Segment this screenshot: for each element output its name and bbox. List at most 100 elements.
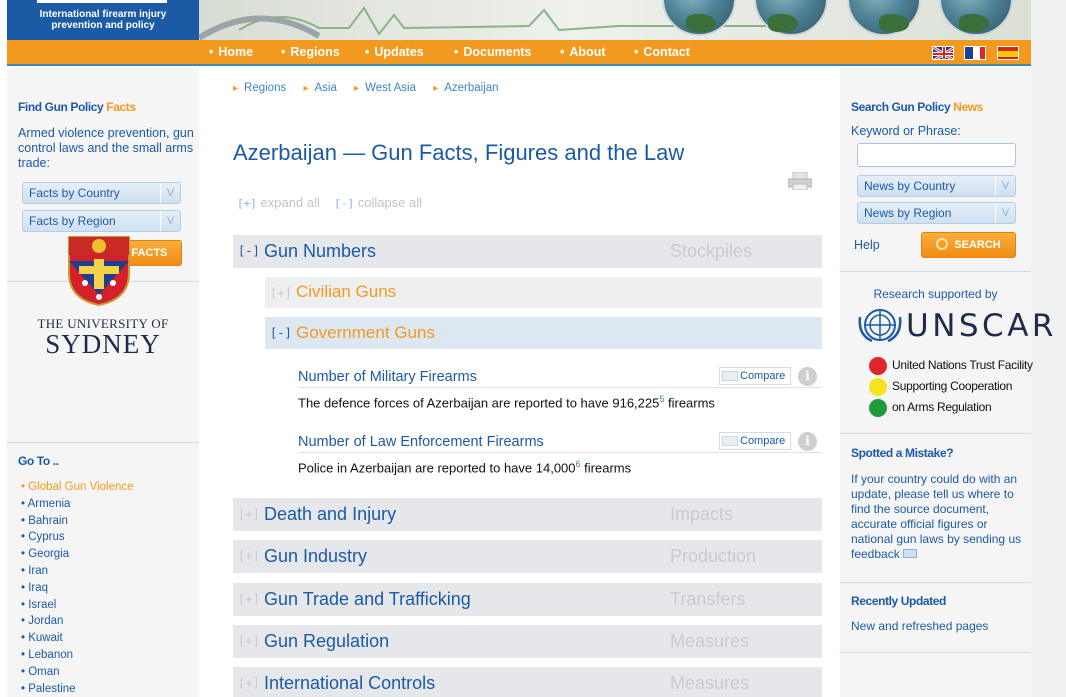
goto-heading: Go To .. — [18, 454, 59, 468]
divider — [7, 442, 199, 443]
section-label: Gun Numbers — [264, 241, 377, 261]
breadcrumb-west-asia[interactable]: West Asia — [354, 82, 416, 94]
recently-updated-link[interactable]: New and refreshed pages — [851, 619, 988, 634]
section-category: Transfers — [670, 589, 746, 609]
left-sidebar: Find Gun Policy Facts Armed violence pre… — [7, 68, 199, 697]
facts-by-region-select[interactable]: Facts by Region V — [22, 210, 181, 232]
section-label: Gun Regulation — [264, 631, 390, 651]
divider — [298, 387, 822, 388]
search-icon — [936, 238, 949, 250]
nav-updates[interactable]: Updates — [365, 45, 423, 59]
goto-item[interactable]: Jordan — [21, 613, 196, 630]
goto-item[interactable]: Global Gun Violence — [21, 479, 196, 496]
nav-regions[interactable]: Regions — [281, 45, 339, 59]
subsection-government-guns[interactable]: [-] Government Guns — [265, 317, 822, 349]
goto-item[interactable]: Bahrain — [21, 513, 196, 530]
chevron-down-icon: V — [160, 211, 180, 231]
green-dot-icon — [869, 399, 887, 417]
research-supported-label: Research supported by — [873, 287, 998, 301]
collapse-toggle-icon[interactable]: [-] — [270, 326, 292, 340]
news-by-region-select[interactable]: News by Region V — [857, 202, 1016, 224]
info-icon[interactable]: i — [798, 367, 817, 386]
unscar-line-2: Supporting Cooperation — [892, 379, 1013, 393]
fact-military-firearms-title[interactable]: Number of Military Firearms — [298, 369, 477, 385]
breadcrumb-azerbaijan[interactable]: Azerbaijan — [433, 82, 498, 94]
expand-toggle-icon[interactable]: [+] — [270, 286, 292, 300]
divider — [840, 582, 1031, 583]
university-crest-logo[interactable] — [65, 233, 133, 307]
logo-line-1: International firearm injury — [39, 9, 167, 20]
university-name-sydney: SYDNEY — [45, 329, 161, 359]
goto-item[interactable]: Armenia — [21, 496, 196, 513]
subsection-civilian-guns[interactable]: [+] Civilian Guns — [265, 277, 822, 308]
expand-toggle-icon[interactable]: [+] — [238, 549, 260, 563]
right-sidebar: Search Gun Policy News Keyword or Phrase… — [840, 68, 1053, 697]
collapse-all-link[interactable]: collapse all — [358, 195, 422, 210]
uk-flag-icon[interactable] — [932, 46, 954, 60]
goto-item[interactable]: Lebanon — [21, 647, 196, 664]
goto-item[interactable]: Israel — [21, 597, 196, 614]
goto-item[interactable]: Georgia — [21, 546, 196, 563]
nav-home[interactable]: Home — [209, 45, 253, 59]
expand-toggle-icon[interactable]: [+] — [238, 634, 260, 648]
expand-toggle-icon[interactable]: [+] — [238, 592, 260, 606]
section-gun-trade-and-trafficking[interactable]: [+] Gun Trade and Trafficking Transfers — [233, 583, 822, 616]
section-category: Production — [670, 546, 757, 566]
print-icon[interactable] — [788, 172, 812, 190]
goto-country-list: Global Gun ViolenceArmeniaBahrainCyprusG… — [21, 479, 196, 697]
unscar-line-3: on Arms Regulation — [892, 400, 992, 414]
nav-about[interactable]: About — [560, 45, 605, 59]
main-content: Regions Asia West Asia Azerbaijan Azerba… — [199, 68, 840, 697]
section-international-controls[interactable]: [+] International Controls Measures — [233, 667, 822, 697]
section-gun-industry[interactable]: [+] Gun Industry Production — [233, 540, 822, 573]
france-flag-icon[interactable] — [964, 46, 986, 60]
section-label: Death and Injury — [264, 504, 397, 524]
section-label: Gun Trade and Trafficking — [264, 589, 471, 609]
un-emblem-icon — [858, 309, 902, 343]
fact-law-enforcement-firearms-title[interactable]: Number of Law Enforcement Firearms — [298, 434, 544, 450]
divider — [298, 452, 822, 453]
expand-toggle-icon[interactable]: [+] — [238, 507, 260, 521]
nav-contact[interactable]: Contact — [634, 45, 690, 59]
compare-button[interactable]: Compare — [719, 367, 791, 385]
section-label: International Controls — [264, 673, 436, 693]
breadcrumb-regions[interactable]: Regions — [233, 82, 286, 94]
expand-toggle-icon[interactable]: [+] — [238, 676, 260, 690]
facts-by-country-select[interactable]: Facts by Country V — [22, 182, 181, 204]
section-gun-numbers[interactable]: [-] Gun Numbers Stockpiles — [233, 235, 822, 268]
compare-button[interactable]: Compare — [719, 432, 791, 450]
recently-updated-heading: Recently Updated — [851, 594, 946, 608]
expand-all-link[interactable]: expand all — [261, 195, 320, 210]
logo-line-2: prevention and policy — [51, 20, 155, 31]
section-gun-regulation[interactable]: [+] Gun Regulation Measures — [233, 625, 822, 658]
goto-item[interactable]: Kuwait — [21, 630, 196, 647]
site-header: International firearm injury prevention … — [7, 0, 1031, 40]
goto-item[interactable]: Iran — [21, 563, 196, 580]
goto-item[interactable]: Palestine — [21, 681, 196, 697]
divider — [840, 271, 1031, 272]
subsection-label: Civilian Guns — [296, 282, 397, 301]
fact-law-enforcement-firearms-text: Police in Azerbaijan are reported to hav… — [298, 459, 632, 476]
chart-icon — [722, 371, 738, 381]
breadcrumb-asia[interactable]: Asia — [303, 82, 336, 94]
info-icon[interactable]: i — [798, 432, 817, 451]
chevron-down-icon: V — [160, 183, 180, 203]
unscar-line-1: United Nations Trust Facility — [892, 358, 1033, 372]
page: International firearm injury prevention … — [7, 0, 1053, 697]
spotted-mistake-heading: Spotted a Mistake? — [851, 446, 954, 460]
news-by-country-select[interactable]: News by Country V — [857, 175, 1016, 197]
goto-item[interactable]: Iraq — [21, 580, 196, 597]
find-facts-heading: Find Gun Policy Facts — [18, 100, 136, 114]
section-death-and-injury[interactable]: [+] Death and Injury Impacts — [233, 498, 822, 531]
keyword-search-input[interactable] — [857, 143, 1016, 167]
nav-documents[interactable]: Documents — [454, 45, 531, 59]
collapse-toggle-icon[interactable]: [-] — [238, 244, 260, 258]
feedback-mail-icon[interactable] — [903, 549, 918, 558]
help-link[interactable]: Help — [854, 238, 880, 253]
goto-item[interactable]: Oman — [21, 664, 196, 681]
spotted-mistake-text: If your country could do with an update,… — [851, 472, 1022, 561]
search-button[interactable]: SEARCH — [921, 232, 1016, 258]
site-logo[interactable]: International firearm injury prevention … — [7, 0, 199, 40]
goto-item[interactable]: Cyprus — [21, 529, 196, 546]
spain-flag-icon[interactable] — [997, 46, 1019, 60]
